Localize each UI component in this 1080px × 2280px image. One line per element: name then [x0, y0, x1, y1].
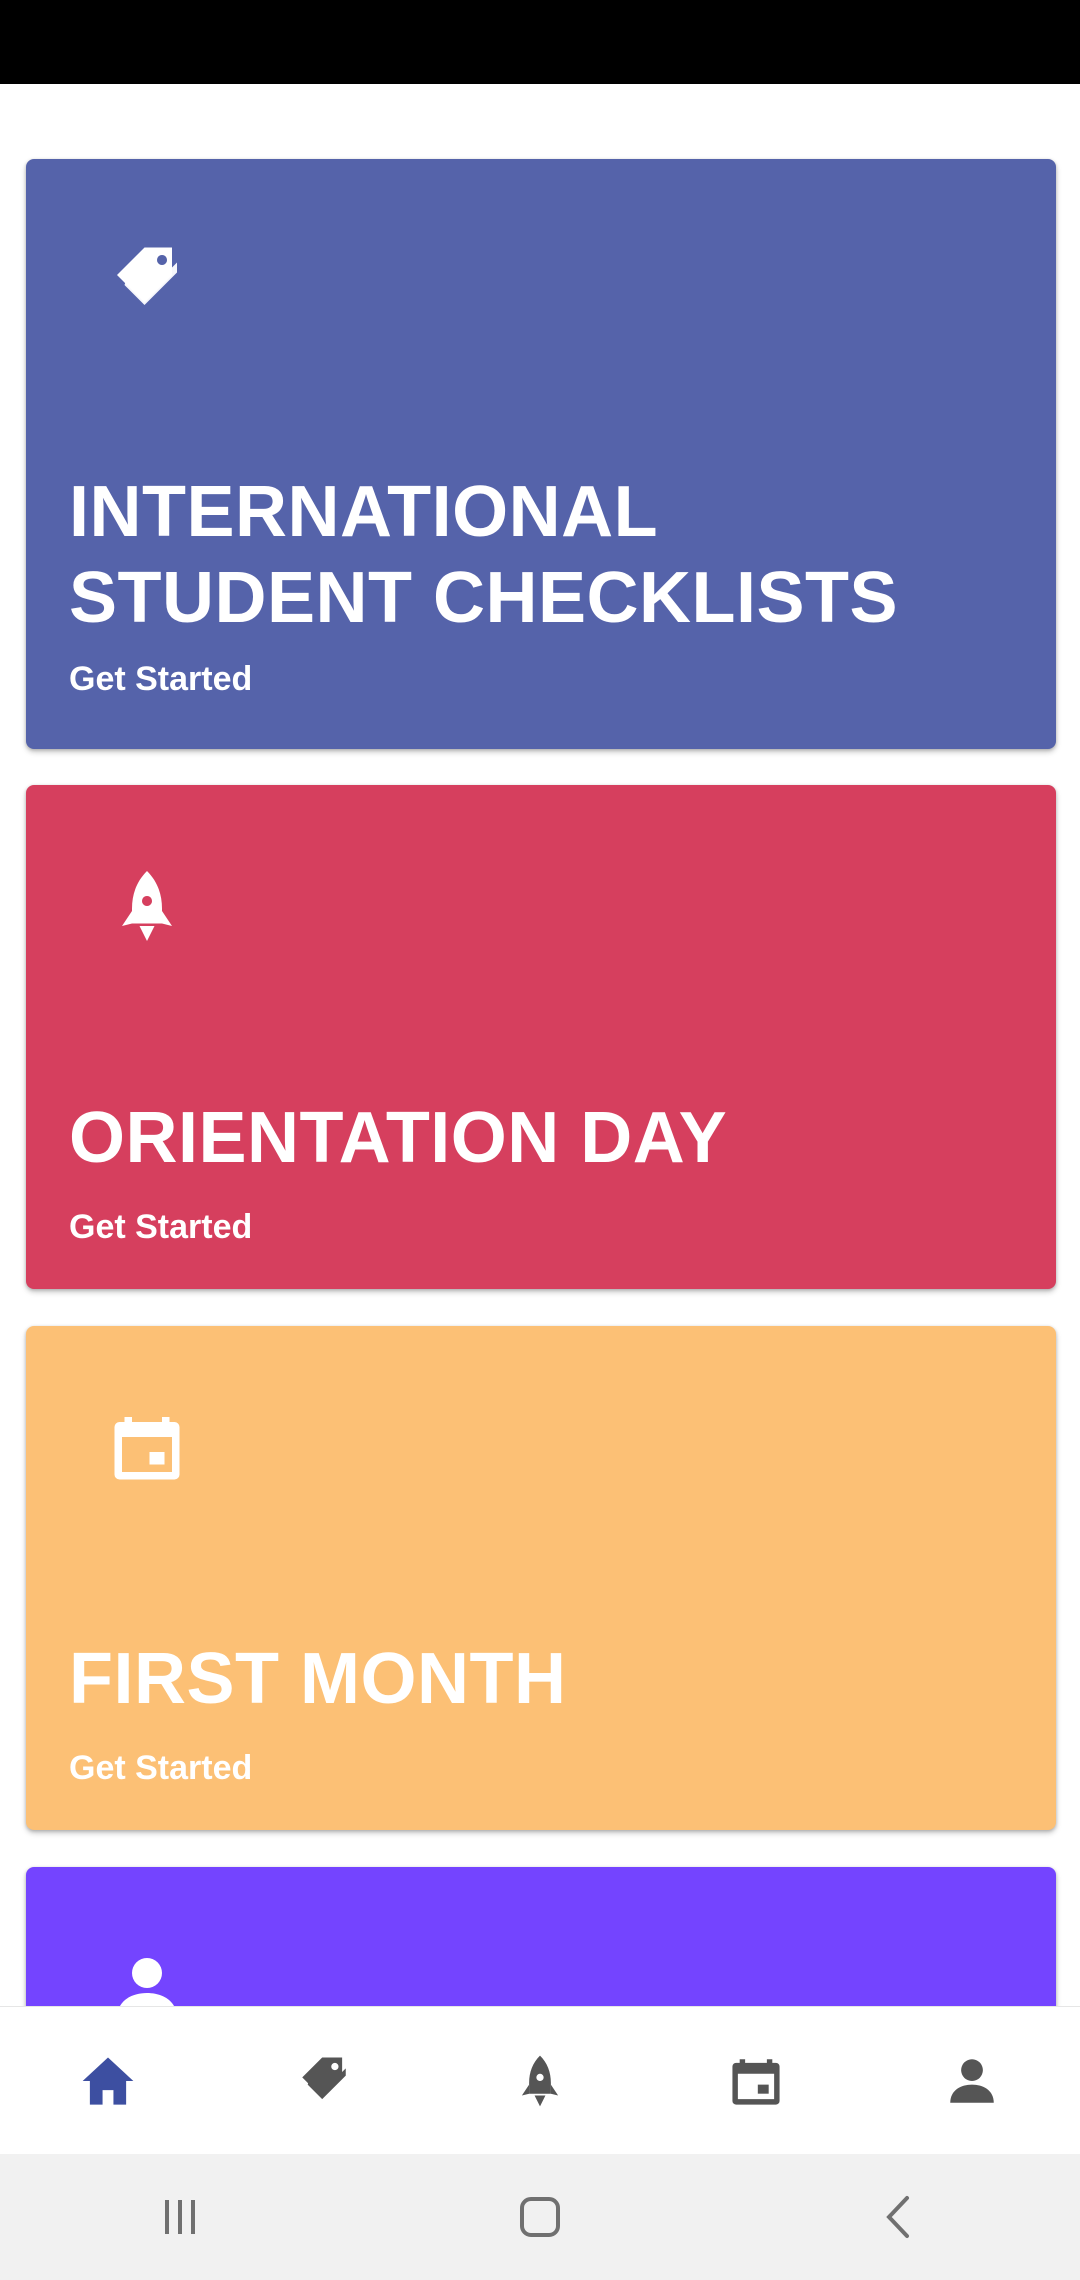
system-navigation-bar	[0, 2154, 1080, 2280]
nav-orientation[interactable]	[480, 2021, 600, 2141]
home-icon	[82, 2057, 134, 2105]
nav-first-month[interactable]	[696, 2021, 816, 2141]
rocket-icon	[80, 839, 214, 973]
status-bar	[0, 0, 1080, 84]
nav-profile[interactable]	[912, 2021, 1032, 2141]
recent-apps-button[interactable]	[120, 2167, 240, 2267]
card-title: FIRST MONTH	[69, 1639, 567, 1719]
person-icon	[80, 1921, 214, 2006]
card-orientation-day[interactable]: ORIENTATION DAY Get Started	[26, 785, 1056, 1289]
back-button[interactable]	[840, 2167, 960, 2267]
bottom-navigation	[0, 2006, 1080, 2155]
rocket-icon	[521, 2055, 559, 2107]
recent-apps-icon	[165, 2200, 195, 2234]
get-started-link[interactable]: Get Started	[69, 1748, 252, 1788]
nav-checklists[interactable]	[264, 2021, 384, 2141]
card-title: INTERNATIONAL STUDENT CHECKLISTS	[69, 472, 899, 638]
home-button[interactable]	[480, 2167, 600, 2267]
get-started-link[interactable]: Get Started	[69, 1207, 252, 1247]
tags-icon	[80, 213, 214, 347]
calendar-icon	[80, 1380, 214, 1514]
card-international-student-checklists[interactable]: INTERNATIONAL STUDENT CHECKLISTS Get Sta…	[26, 159, 1056, 749]
card-list[interactable]: INTERNATIONAL STUDENT CHECKLISTS Get Sta…	[0, 84, 1080, 2006]
card-first-month[interactable]: FIRST MONTH Get Started	[26, 1326, 1056, 1830]
home-button-icon	[520, 2197, 560, 2237]
card-profile[interactable]	[26, 1867, 1056, 2006]
back-icon	[886, 2196, 909, 2238]
tags-icon	[302, 2057, 346, 2100]
nav-home[interactable]	[48, 2021, 168, 2141]
calendar-icon	[732, 2059, 780, 2105]
person-icon	[950, 2059, 994, 2103]
card-title: ORIENTATION DAY	[69, 1098, 728, 1178]
get-started-link[interactable]: Get Started	[69, 659, 252, 699]
